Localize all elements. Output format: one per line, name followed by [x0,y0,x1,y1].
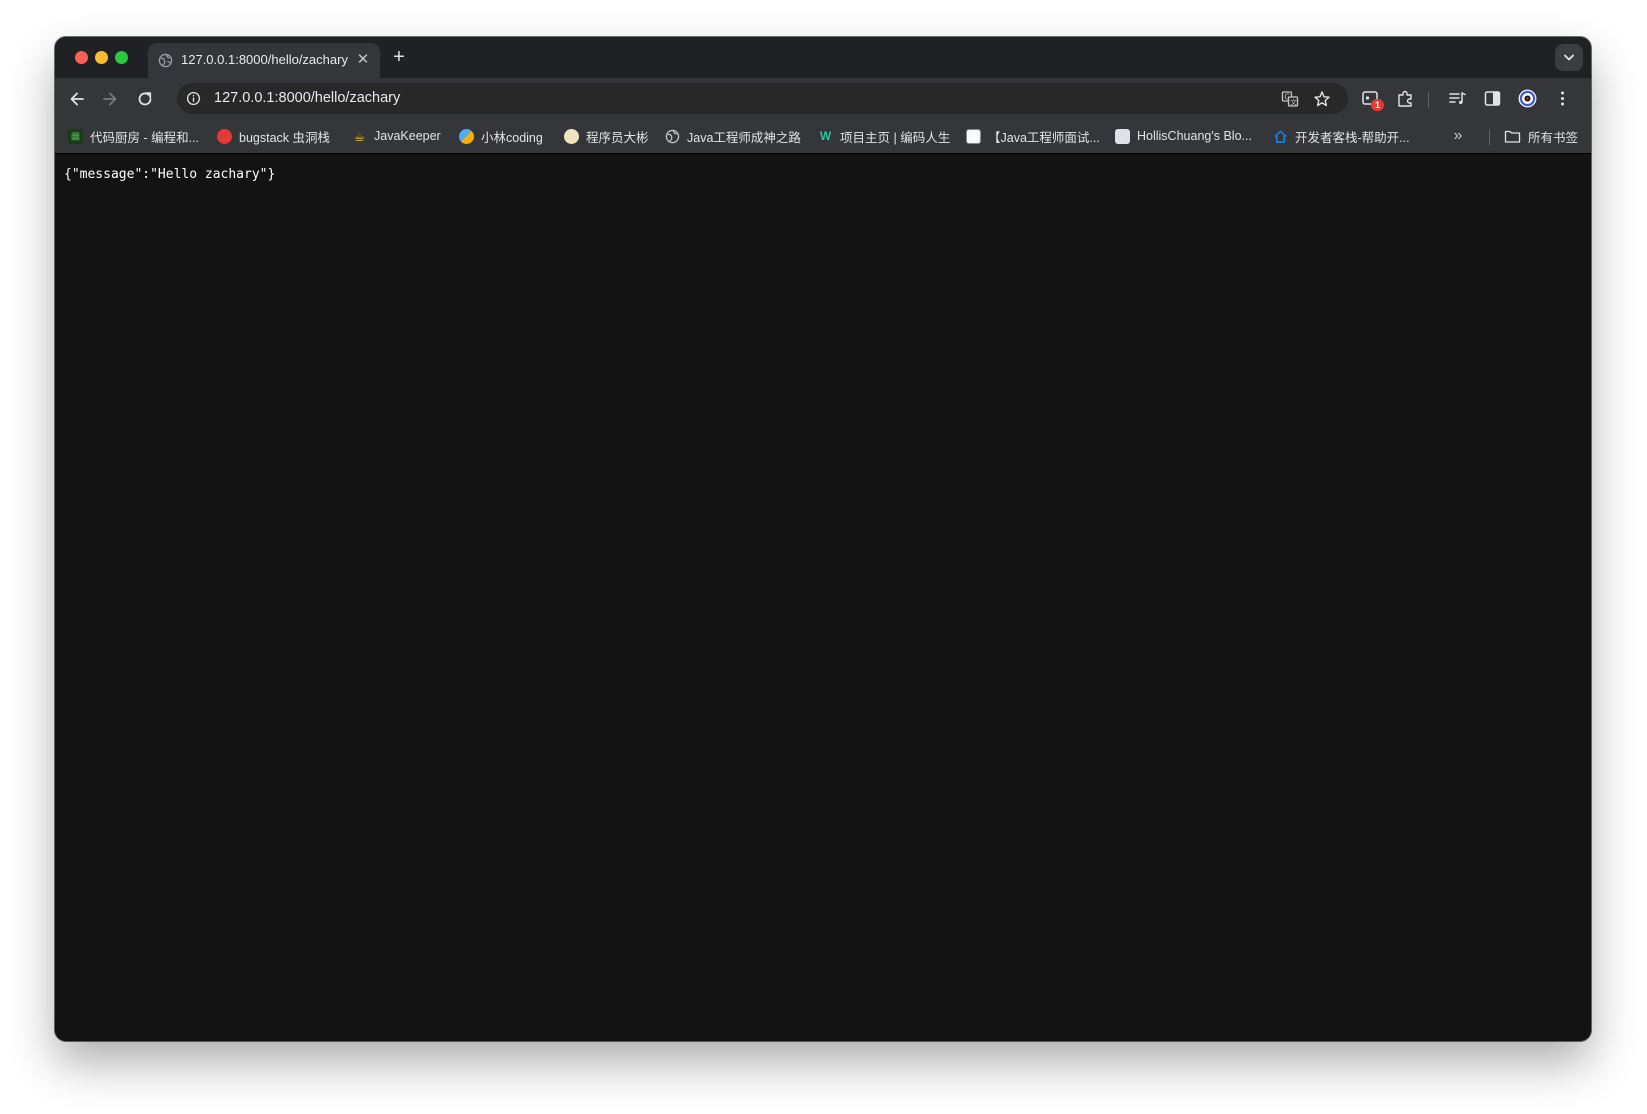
bookmarks-divider [1489,129,1490,145]
bookmark-item[interactable]: W 项目主页 | 编码人生 [818,119,950,153]
bookmarks-bar: ▦ 代码厨房 - 编程和... bugstack 虫洞栈 ☕ JavaKeepe… [55,119,1591,154]
tab-close-icon[interactable]: ✕ [354,51,372,69]
bugstack-icon [217,128,232,144]
bookmark-star-icon[interactable] [1313,90,1331,108]
address-bar[interactable]: 127.0.0.1:8000/hello/zachary G 文 [177,83,1348,114]
bookmark-item[interactable]: 开发者客栈-帮助开... [1273,119,1410,153]
bookmark-label: bugstack 虫洞栈 [239,130,331,145]
side-panel-icon[interactable] [1483,89,1502,108]
bookmark-item[interactable]: 程序员大彬 [564,119,649,153]
bookmarks-overflow-icon[interactable]: » [1448,126,1468,146]
bookmark-label: 代码厨房 - 编程和... [90,130,200,145]
extension-badge: 1 [1371,99,1384,111]
toolbar-divider [1428,92,1429,108]
code-kitchen-icon: ▦ [68,128,83,144]
globe-icon [665,129,680,143]
browser-window: 127.0.0.1:8000/hello/zachary ✕ + 127.0.0… [55,37,1591,1041]
bookmark-label: JavaKeeper [374,129,441,143]
media-queue-icon[interactable] [1448,89,1467,108]
reload-icon[interactable] [135,89,155,109]
house-icon [1274,130,1287,143]
javakeeper-icon: ☕ [353,128,366,144]
toolbar: 127.0.0.1:8000/hello/zachary G 文 1 [55,78,1591,119]
bookmark-label: Java工程师成神之路 [687,130,801,145]
bookmark-label: 程序员大彬 [586,130,649,145]
more-menu-icon[interactable] [1553,89,1572,108]
profile-avatar-icon[interactable] [1518,89,1537,108]
xiaolin-icon [459,128,474,144]
site-info-icon[interactable] [186,91,201,106]
dabin-icon [564,128,579,144]
all-bookmarks-button[interactable]: 所有书签 [1504,119,1578,153]
all-bookmarks-label: 所有书签 [1528,130,1579,145]
window-close-button[interactable] [75,51,88,64]
page-content: {"message":"Hello zachary"} [55,154,1591,1041]
bookmark-label: 小林coding [481,130,543,145]
interview-icon [966,128,981,144]
folder-icon [1504,130,1521,143]
back-arrow-icon[interactable] [67,89,87,109]
new-tab-button[interactable]: + [388,47,410,69]
chevron-down-icon [1564,54,1574,61]
bookmark-label: 项目主页 | 编码人生 [840,130,951,145]
bookmark-item[interactable]: ☕ JavaKeeper [352,119,441,153]
bookmark-label: 【Java工程师面试... [988,130,1100,145]
bookmark-item[interactable]: HollisChuang's Blo... [1115,119,1252,153]
tab-search-button[interactable] [1555,44,1583,71]
bookmark-label: HollisChuang's Blo... [1137,129,1252,143]
bookmark-label: 开发者客栈-帮助开... [1295,130,1410,145]
url-text[interactable]: 127.0.0.1:8000/hello/zachary [214,90,400,106]
tab-strip: 127.0.0.1:8000/hello/zachary ✕ + [55,37,1591,78]
svg-text:文: 文 [1290,98,1297,107]
bookmark-item[interactable]: 小林coding [459,119,543,153]
window-minimize-button[interactable] [95,51,108,64]
globe-icon [158,53,173,68]
window-maximize-button[interactable] [115,51,128,64]
browser-tab[interactable]: 127.0.0.1:8000/hello/zachary ✕ [148,43,380,78]
tab-title: 127.0.0.1:8000/hello/zachary [181,52,348,67]
hollis-icon [1115,128,1130,144]
json-response-text: {"message":"Hello zachary"} [64,167,276,182]
bookmark-item[interactable]: ▦ 代码厨房 - 编程和... [68,119,199,153]
bookmark-item[interactable]: bugstack 虫洞栈 [217,119,330,153]
translate-icon[interactable]: G 文 [1281,90,1299,108]
bookmark-item[interactable]: Java工程师成神之路 [665,119,801,153]
forward-arrow-icon[interactable] [100,89,120,109]
puzzle-extensions-icon[interactable] [1396,89,1415,108]
bookmark-item[interactable]: 【Java工程师面试... [966,119,1100,153]
w-logo-icon: W [819,128,832,143]
